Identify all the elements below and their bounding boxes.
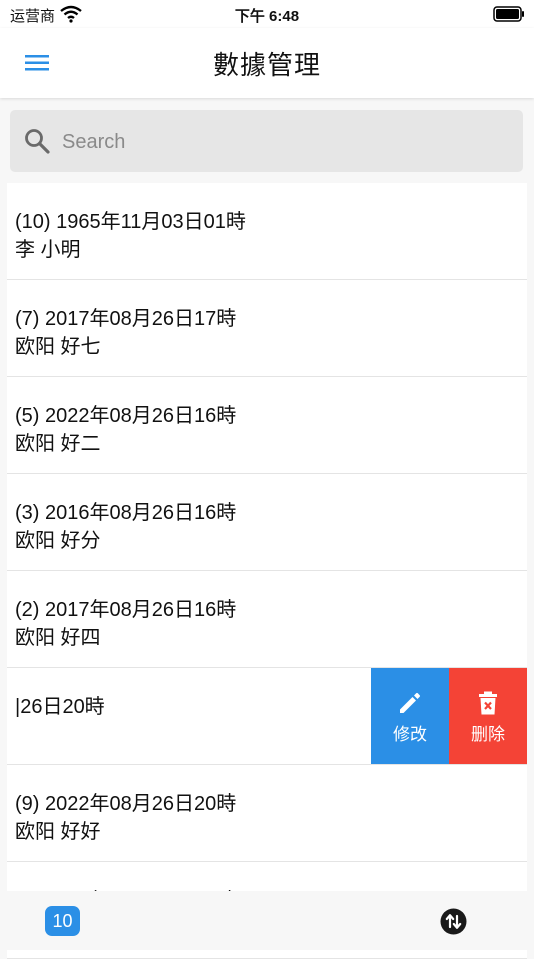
record-name: 欧阳 好二 bbox=[15, 433, 101, 455]
sort-swap-icon bbox=[440, 908, 467, 935]
delete-label: 删除 bbox=[471, 725, 505, 744]
delete-button[interactable]: 删除 bbox=[449, 668, 527, 764]
list-item[interactable]: (3) 2016年08月26日16時 欧阳 好分 bbox=[7, 474, 527, 571]
list-item[interactable]: (10) 1965年11月03日01時 李 小明 bbox=[7, 183, 527, 280]
record-name: 欧阳 好分 bbox=[15, 530, 101, 552]
record-count-badge[interactable]: 10 bbox=[45, 906, 80, 936]
status-bar: 运营商 下午 6:48 bbox=[0, 0, 534, 28]
search-input[interactable] bbox=[60, 124, 504, 160]
record-name: 李 小明 bbox=[15, 239, 81, 261]
record-name: 欧阳 好七 bbox=[15, 336, 101, 358]
search-box[interactable] bbox=[10, 110, 523, 172]
record-title: (5) 2022年08月26日16時 bbox=[15, 405, 237, 427]
list-item[interactable]: (2) 2017年08月26日16時 欧阳 好四 bbox=[7, 571, 527, 668]
sort-button[interactable] bbox=[440, 908, 467, 935]
list-item[interactable]: (9) 2022年08月26日20時 欧阳 好好 bbox=[7, 765, 527, 862]
battery-icon bbox=[493, 6, 524, 22]
search-icon bbox=[25, 129, 50, 154]
edit-label: 修改 bbox=[393, 725, 427, 744]
page-title: 數據管理 bbox=[212, 50, 321, 80]
edit-button[interactable]: 修改 bbox=[371, 668, 449, 764]
record-title: (2) 2017年08月26日16時 bbox=[15, 599, 237, 621]
record-title: (9) 2022年08月26日20時 bbox=[15, 793, 237, 815]
status-time: 下午 6:48 bbox=[234, 8, 300, 25]
record-title: (10) 1965年11月03日01時 bbox=[15, 211, 246, 233]
list-item[interactable]: (5) 2022年08月26日16時 欧阳 好二 bbox=[7, 377, 527, 474]
nav-bar: 數據管理 bbox=[0, 28, 534, 98]
tab-bar: 10 bbox=[0, 891, 534, 950]
record-name: 欧阳 好四 bbox=[15, 627, 101, 649]
swiped-list-item[interactable]: |26日20時 修改 删除 bbox=[7, 668, 527, 765]
list-item[interactable]: (7) 2017年08月26日17時 欧阳 好七 bbox=[7, 280, 527, 377]
trash-icon bbox=[479, 691, 497, 715]
pencil-icon bbox=[400, 692, 421, 713]
record-title: (7) 2017年08月26日17時 bbox=[15, 308, 237, 330]
record-name: 欧阳 好好 bbox=[15, 821, 101, 843]
record-title: |26日20時 bbox=[15, 696, 105, 718]
record-title: (3) 2016年08月26日16時 bbox=[15, 502, 237, 524]
record-list: (10) 1965年11月03日01時 李 小明 (7) 2017年08月26日… bbox=[7, 183, 527, 959]
